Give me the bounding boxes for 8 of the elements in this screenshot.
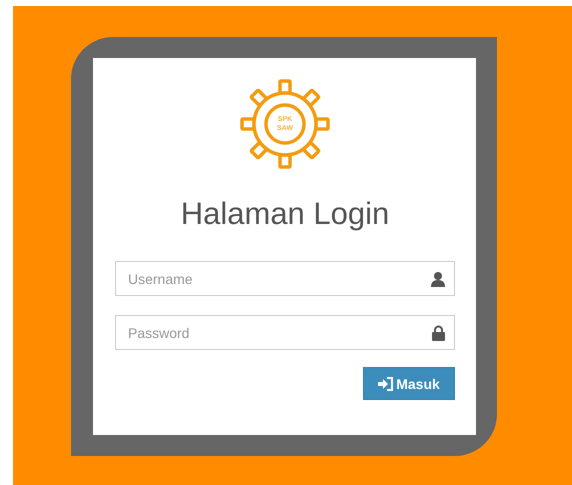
sign-in-icon bbox=[378, 376, 394, 390]
gear-icon bbox=[239, 78, 331, 170]
input-field[interactable]: Username bbox=[115, 261, 455, 296]
login-button[interactable]: Masuk bbox=[363, 367, 455, 400]
lock-icon bbox=[432, 325, 445, 341]
user-icon bbox=[431, 271, 445, 287]
page-title: Halaman Login bbox=[180, 196, 390, 232]
input-field[interactable]: Password bbox=[115, 315, 455, 350]
